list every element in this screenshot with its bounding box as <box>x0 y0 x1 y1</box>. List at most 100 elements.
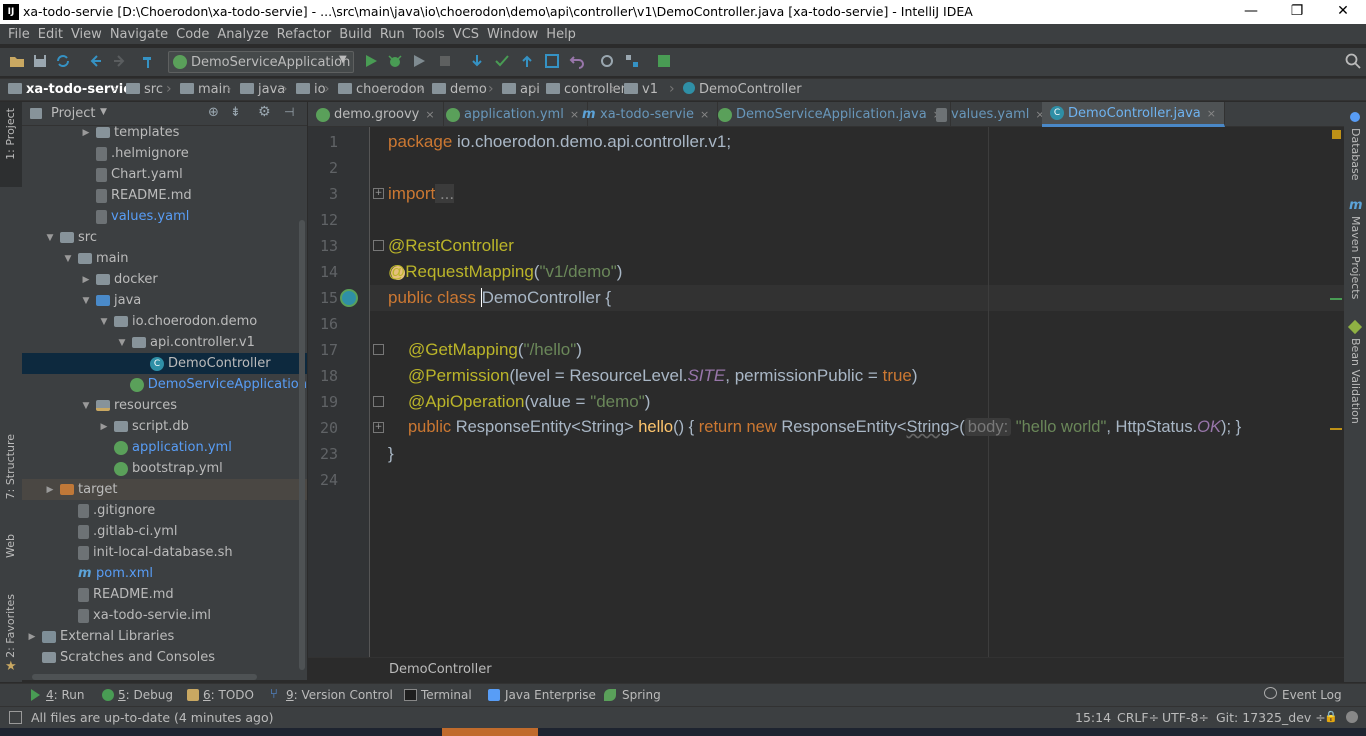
run-with-coverage-icon[interactable] <box>410 52 428 70</box>
menu-window[interactable]: Window <box>483 27 542 42</box>
breadcrumb-item-10[interactable]: DemoController <box>683 82 802 97</box>
tree-item[interactable]: ▼ io.choerodon.demo <box>22 311 307 332</box>
menu-view[interactable]: View <box>67 27 106 42</box>
collapse-arrow-icon[interactable]: ▶ <box>80 128 92 138</box>
fold-collapse-icon[interactable] <box>373 344 384 355</box>
tree-item[interactable]: ▶ External Libraries <box>22 626 307 647</box>
editor-tab[interactable]: demo.groovy × <box>308 102 444 127</box>
file-encoding[interactable]: UTF-8÷ <box>1162 710 1209 725</box>
collapse-all-icon[interactable]: ⇟ <box>230 105 241 120</box>
tree-vertical-scrollbar[interactable] <box>299 220 305 670</box>
breadcrumb-item-6[interactable]: demo <box>432 82 487 97</box>
tree-item[interactable]: .gitlab-ci.yml <box>22 521 307 542</box>
project-panel-title[interactable]: Project <box>51 106 95 121</box>
tree-item[interactable]: DemoServiceApplication <box>22 374 307 395</box>
tree-item[interactable]: bootstrap.yml <box>22 458 307 479</box>
tree-item[interactable]: ▶ script.db <box>22 416 307 437</box>
tool-tab-bean-validation[interactable]: Bean Validation <box>1349 338 1362 424</box>
menu-refactor[interactable]: Refactor <box>273 27 336 42</box>
chevron-down-icon[interactable]: ▼ <box>100 107 107 117</box>
tree-item[interactable]: .helmignore <box>22 143 307 164</box>
tree-item[interactable]: ▶ target <box>22 479 307 500</box>
tool-tab-event-log[interactable]: Event Log <box>1282 688 1342 702</box>
hide-panel-icon[interactable]: ⊣ <box>284 105 294 119</box>
settings-wrench-icon[interactable] <box>598 52 616 70</box>
fold-collapse-icon[interactable] <box>373 240 384 251</box>
gear-icon[interactable]: ⚙ <box>258 104 271 120</box>
build-hammer-icon[interactable] <box>140 52 158 70</box>
breadcrumb-item-9[interactable]: v1 <box>624 82 658 97</box>
fold-collapse-icon[interactable] <box>373 396 384 407</box>
close-button[interactable]: ✕ <box>1320 0 1366 24</box>
expand-arrow-icon[interactable]: ▼ <box>44 233 56 243</box>
tool-tab-favorites[interactable]: 2: Favorites <box>4 594 17 658</box>
tool-tab-web[interactable]: Web <box>4 534 17 558</box>
menu-tools[interactable]: Tools <box>409 27 449 42</box>
fold-expand-icon[interactable]: + <box>373 188 384 199</box>
tree-item[interactable]: ▼ src <box>22 227 307 248</box>
line-separator[interactable]: CRLF÷ <box>1117 710 1159 725</box>
tool-tab-spring[interactable]: Spring <box>622 688 661 702</box>
inspection-status-icon[interactable] <box>1332 130 1341 139</box>
tool-tab-database[interactable]: Database <box>1349 128 1362 181</box>
lock-icon[interactable]: 🔒 <box>1324 710 1338 723</box>
revert-icon[interactable] <box>568 52 586 70</box>
menu-help[interactable]: Help <box>542 27 580 42</box>
close-tab-icon[interactable]: × <box>1207 107 1216 120</box>
tree-item[interactable]: Scratches and Consoles <box>22 647 307 668</box>
tool-tab-maven-projects[interactable]: Maven Projects <box>1349 216 1362 299</box>
project-structure-icon[interactable] <box>623 52 641 70</box>
tool-tab-project[interactable]: 1: Project <box>4 108 17 160</box>
git-branch[interactable]: Git: 17325_dev ÷ <box>1216 710 1326 725</box>
tool-tab-java-enterprise[interactable]: Java Enterprise <box>505 688 596 702</box>
expand-arrow-icon[interactable]: ▼ <box>80 401 92 411</box>
tree-item[interactable]: xa-todo-servie.iml <box>22 605 307 626</box>
breadcrumb-item-5[interactable]: choerodon <box>338 82 425 97</box>
close-tab-icon[interactable]: × <box>425 108 434 121</box>
vcs-history-icon[interactable] <box>543 52 561 70</box>
tree-item[interactable]: Chart.yaml <box>22 164 307 185</box>
tree-item[interactable]: ▶ docker <box>22 269 307 290</box>
editor-tab[interactable]: application.yml × <box>438 102 589 127</box>
expand-arrow-icon[interactable]: ▼ <box>80 296 92 306</box>
tree-item[interactable]: C DemoController <box>22 353 307 374</box>
toggle-tool-windows-icon[interactable] <box>9 711 22 724</box>
scroll-from-source-icon[interactable]: ⊕ <box>208 105 219 120</box>
tree-item[interactable]: ▼ java <box>22 290 307 311</box>
save-all-icon[interactable] <box>31 52 49 70</box>
inspector-icon[interactable] <box>1346 711 1358 723</box>
tree-item[interactable]: ▶ templates <box>22 126 307 143</box>
menu-code[interactable]: Code <box>172 27 213 42</box>
breadcrumb-item-1[interactable]: src <box>126 82 163 97</box>
tree-item[interactable]: ▼ resources <box>22 395 307 416</box>
menu-run[interactable]: Run <box>376 27 409 42</box>
synchronize-icon[interactable] <box>54 52 72 70</box>
tree-item[interactable]: values.yaml <box>22 206 307 227</box>
search-icon[interactable] <box>1344 52 1362 70</box>
tree-item[interactable]: README.md <box>22 584 307 605</box>
tree-item[interactable]: README.md <box>22 185 307 206</box>
collapse-arrow-icon[interactable]: ▶ <box>98 422 110 432</box>
menu-navigate[interactable]: Navigate <box>106 27 172 42</box>
vcs-push-icon[interactable] <box>518 52 536 70</box>
collapse-arrow-icon[interactable]: ▶ <box>80 275 92 285</box>
breadcrumb-item-2[interactable]: main <box>180 82 230 97</box>
back-arrow-icon[interactable] <box>87 52 105 70</box>
taskbar-app[interactable] <box>442 728 538 736</box>
vcs-update-icon[interactable] <box>468 52 486 70</box>
breadcrumb-item-3[interactable]: java <box>240 82 285 97</box>
run-icon[interactable] <box>362 52 380 70</box>
editor-tab[interactable]: DemoServiceApplication.java× <box>710 102 951 127</box>
tree-item[interactable]: ▼ main <box>22 248 307 269</box>
menu-file[interactable]: File <box>4 27 34 42</box>
tool-tab-run[interactable]: 4: Run <box>46 688 85 702</box>
tool-tab-terminal[interactable]: Terminal <box>421 688 472 702</box>
spring-bean-gutter-icon[interactable] <box>340 289 358 307</box>
tree-item[interactable]: .gitignore <box>22 500 307 521</box>
editor-breadcrumb-item[interactable]: DemoController <box>389 662 492 677</box>
stop-icon[interactable] <box>436 52 454 70</box>
expand-arrow-icon[interactable]: ▼ <box>98 317 110 327</box>
collapse-arrow-icon[interactable]: ▶ <box>44 485 56 495</box>
tree-item[interactable]: ▼ api.controller.v1 <box>22 332 307 353</box>
menu-vcs[interactable]: VCS <box>449 27 483 42</box>
